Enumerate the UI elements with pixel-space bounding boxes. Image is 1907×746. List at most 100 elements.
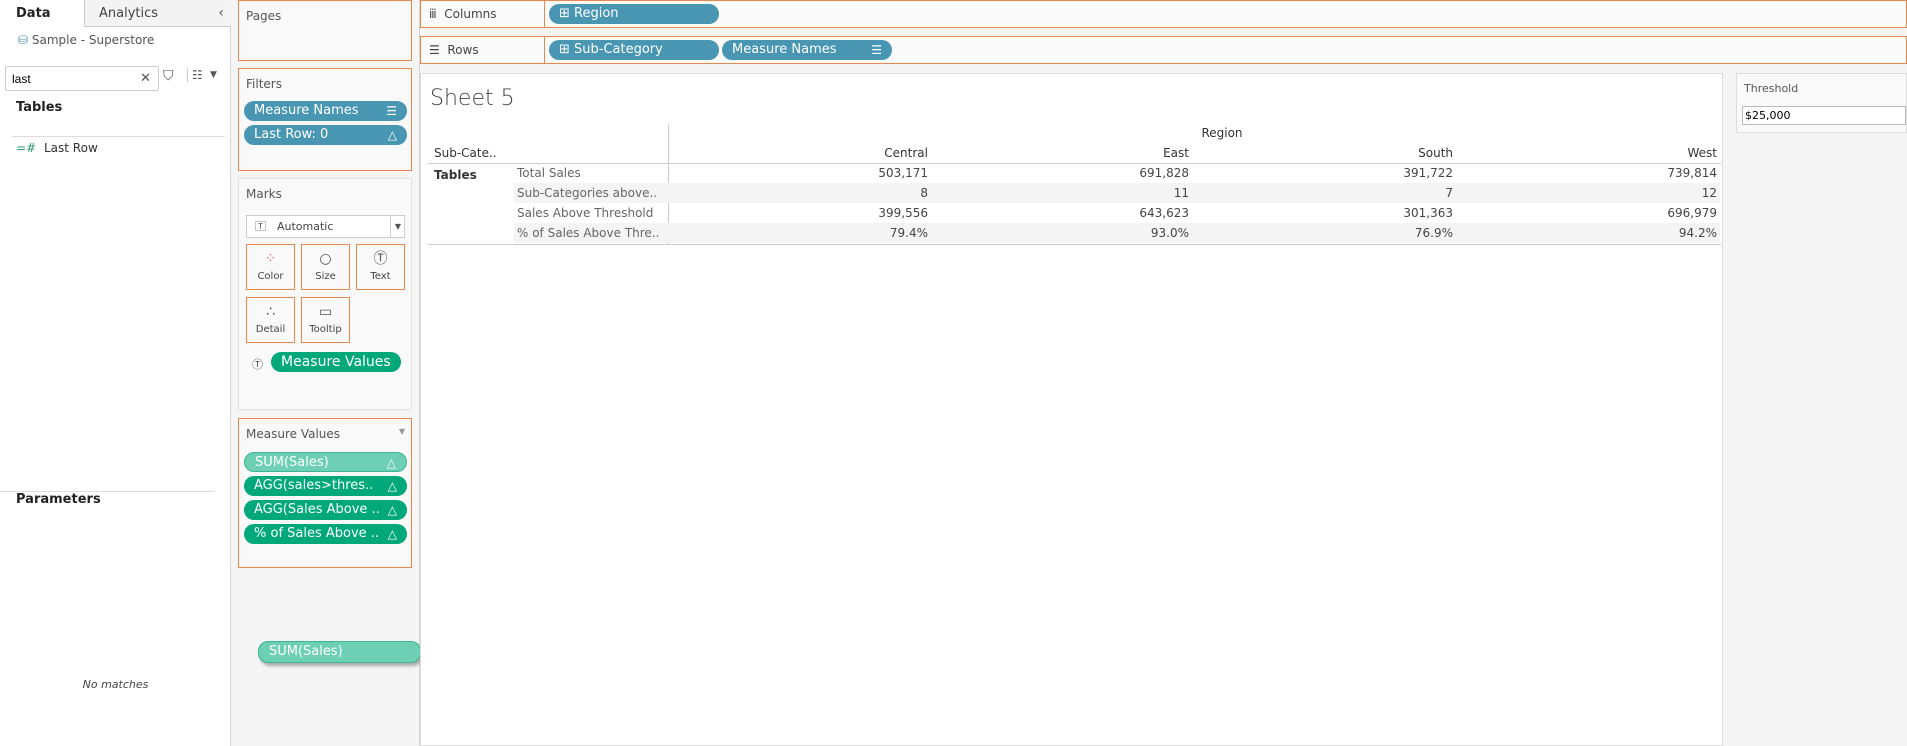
rows-shelf[interactable]: ☰ Rows ⊞ Sub-Category Measure Names ☰	[420, 36, 1907, 64]
parameters-heading: Parameters	[0, 491, 215, 507]
marks-pill-measure-values[interactable]: Measure Values	[271, 352, 401, 372]
category-label[interactable]: Tables	[434, 165, 477, 185]
filters-card[interactable]: Filters Measure Names ☰ Last Row: 0 △	[238, 68, 412, 171]
tooltip-button[interactable]: ▭ Tooltip	[301, 297, 350, 343]
text-mark-icon: 🅃	[255, 220, 266, 233]
text-mark-icon: Ⓣ	[252, 358, 263, 371]
rows-pill-measure-names[interactable]: Measure Names ☰	[722, 40, 892, 60]
tables-heading: Tables	[16, 100, 63, 115]
tab-analytics[interactable]: Analytics	[84, 0, 231, 27]
measure-pill[interactable]: AGG(sales>thres.. △	[244, 476, 407, 496]
region-header[interactable]: East	[989, 146, 1189, 160]
measure-pill[interactable]: SUM(Sales) △	[244, 452, 407, 472]
threshold-title: Threshold	[1744, 82, 1799, 95]
measure-name-label[interactable]: % of Sales Above Thre..	[514, 223, 668, 243]
sort-icon: ☰	[386, 104, 397, 118]
marks-title: Marks	[246, 187, 282, 201]
divider	[428, 244, 1721, 245]
field-last-row[interactable]: Last Row	[44, 141, 98, 155]
delta-icon: △	[387, 479, 397, 493]
table-cell[interactable]: 301,363	[1253, 203, 1453, 223]
delta-icon: △	[387, 128, 397, 142]
threshold-parameter: Threshold	[1736, 73, 1907, 133]
measure-pill[interactable]: AGG(Sales Above .. △	[244, 500, 407, 520]
measure-name-label[interactable]: Sales Above Threshold	[514, 203, 668, 223]
columns-label: ⅲ Columns	[421, 1, 545, 27]
table-cell[interactable]: 391,722	[1253, 163, 1453, 183]
sort-icon: ☰	[871, 43, 882, 57]
columns-pill-region[interactable]: ⊞ Region	[549, 4, 719, 24]
table-cell[interactable]: 503,171	[728, 163, 928, 183]
calculated-measure-icon: =#	[16, 141, 37, 155]
row-header[interactable]: Sub-Cate..	[434, 146, 497, 160]
color-button[interactable]: ⁘ Color	[246, 244, 295, 290]
delta-icon: △	[387, 503, 397, 517]
measure-name-label[interactable]: Sub-Categories above..	[514, 183, 668, 203]
chevron-down-icon[interactable]: ▼	[399, 427, 405, 436]
threshold-input[interactable]	[1742, 106, 1906, 125]
marks-card: Marks	[238, 178, 412, 410]
pill-label: Measure Names	[732, 42, 837, 57]
measure-name-label[interactable]: Total Sales	[514, 163, 668, 183]
table-cell[interactable]: 696,979	[1517, 203, 1717, 223]
columns-shelf[interactable]: ⅲ Columns ⊞ Region	[420, 0, 1907, 28]
table-cell[interactable]: 76.9%	[1253, 223, 1453, 243]
filter-pill-last-row[interactable]: Last Row: 0 △	[244, 125, 407, 145]
rows-label: ☰ Rows	[421, 37, 545, 63]
table-cell[interactable]: 79.4%	[728, 223, 928, 243]
table-cell[interactable]: 739,814	[1517, 163, 1717, 183]
button-label: Size	[315, 271, 336, 282]
column-group-header[interactable]: Region	[1172, 126, 1272, 140]
text-icon: Ⓣ	[373, 251, 388, 267]
table-cell[interactable]: 8	[728, 183, 928, 203]
chevron-down-icon[interactable]: ▼	[210, 70, 217, 80]
tooltip-icon: ▭	[318, 304, 333, 320]
sheet-title: Sheet 5	[430, 86, 515, 111]
button-label: Text	[370, 271, 391, 282]
table-cell[interactable]: 11	[989, 183, 1189, 203]
dragged-pill[interactable]: SUM(Sales)	[258, 641, 421, 663]
table-cell[interactable]: 7	[1253, 183, 1453, 203]
table-cell[interactable]: 691,828	[989, 163, 1189, 183]
size-icon: ○	[319, 251, 332, 267]
table-cell[interactable]: 399,556	[728, 203, 928, 223]
pill-label: Measure Names	[254, 103, 359, 118]
pill-label: % of Sales Above ..	[254, 526, 380, 541]
detail-button[interactable]: ∴ Detail	[246, 297, 295, 343]
size-button[interactable]: ○ Size	[301, 244, 350, 290]
measure-pill[interactable]: % of Sales Above .. △	[244, 524, 407, 544]
clear-icon[interactable]: ✕	[140, 66, 151, 91]
pill-label: Region	[574, 6, 619, 21]
pill-label: Sub-Category	[574, 42, 663, 57]
rows-pill-sub-category[interactable]: ⊞ Sub-Category	[549, 40, 719, 60]
mark-type-dropdown[interactable]: Automatic	[246, 215, 405, 238]
region-header[interactable]: West	[1517, 146, 1717, 160]
no-matches-text: No matches	[82, 678, 149, 691]
table-cell[interactable]: 643,623	[989, 203, 1189, 223]
delta-icon: △	[387, 527, 397, 541]
table-cell[interactable]: 12	[1517, 183, 1717, 203]
tab-data[interactable]: Data	[0, 0, 84, 27]
filter-icon[interactable]: ⛉	[163, 68, 174, 84]
columns-icon: ⅲ	[429, 7, 437, 21]
label: Rows	[447, 43, 479, 57]
table-cell[interactable]: 93.0%	[989, 223, 1189, 243]
chevron-down-icon[interactable]: ▼	[390, 215, 405, 238]
divider	[12, 136, 225, 137]
delta-icon: △	[386, 456, 396, 470]
filter-pill-measure-names[interactable]: Measure Names ☰	[244, 101, 407, 121]
color-icon: ⁘	[264, 251, 277, 267]
label: Columns	[444, 7, 497, 21]
region-header[interactable]: South	[1253, 146, 1453, 160]
collapse-chevron-icon[interactable]: ‹	[218, 0, 224, 27]
filters-title: Filters	[246, 77, 282, 91]
view-list-icon[interactable]: ☷	[187, 68, 203, 82]
search-input[interactable]	[5, 66, 159, 91]
button-label: Tooltip	[309, 324, 342, 335]
pill-label: Last Row: 0	[254, 127, 329, 142]
text-button[interactable]: Ⓣ Text	[356, 244, 405, 290]
pages-card[interactable]: Pages	[238, 0, 412, 61]
datasource[interactable]: ⛁ Sample - Superstore	[18, 33, 154, 47]
region-header[interactable]: Central	[728, 146, 928, 160]
table-cell[interactable]: 94.2%	[1517, 223, 1717, 243]
